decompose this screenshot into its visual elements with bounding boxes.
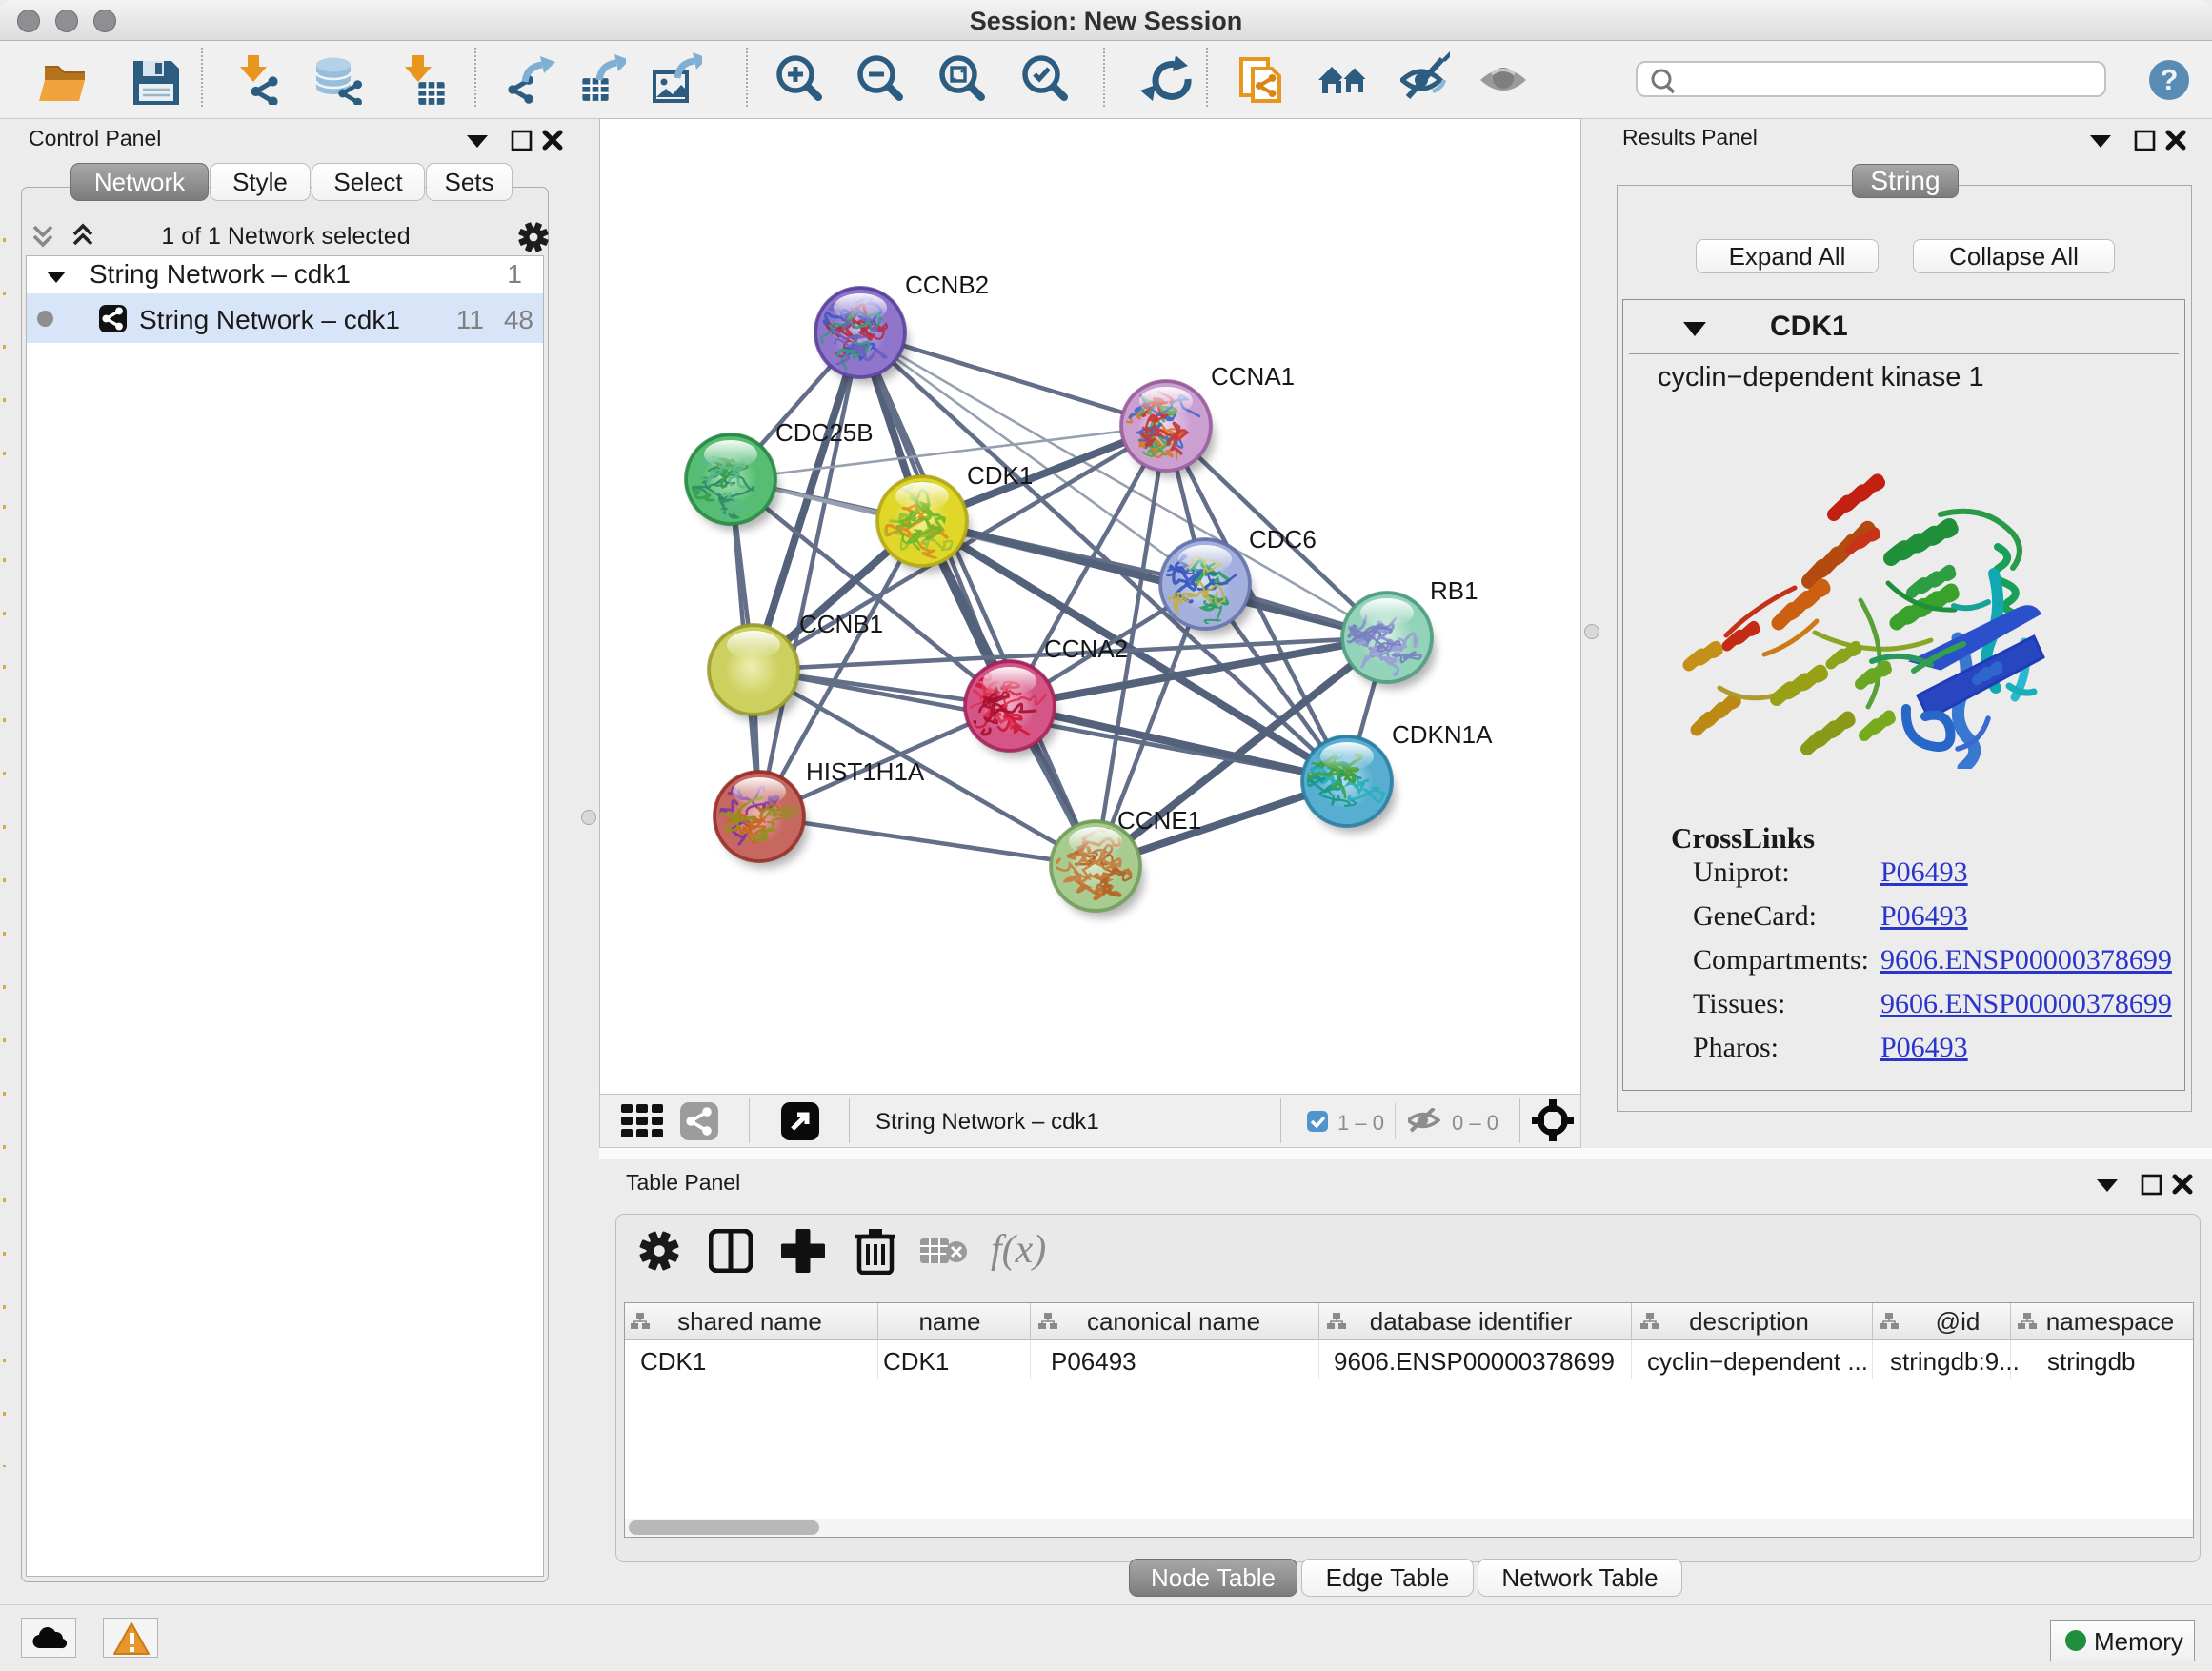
svg-text:CDK1: CDK1 — [967, 461, 1033, 490]
svg-text:HIST1H1A: HIST1H1A — [806, 757, 925, 786]
svg-text:CCNE1: CCNE1 — [1117, 806, 1201, 835]
svg-text:RB1: RB1 — [1430, 576, 1478, 605]
svg-text:CDC25B: CDC25B — [775, 418, 874, 447]
svg-text:CDC6: CDC6 — [1249, 525, 1317, 554]
svg-text:CDKN1A: CDKN1A — [1392, 720, 1493, 749]
svg-text:CCNA1: CCNA1 — [1211, 362, 1295, 391]
svg-text:CCNA2: CCNA2 — [1044, 634, 1128, 663]
svg-text:CCNB1: CCNB1 — [799, 610, 883, 638]
svg-text:CCNB2: CCNB2 — [905, 271, 989, 299]
